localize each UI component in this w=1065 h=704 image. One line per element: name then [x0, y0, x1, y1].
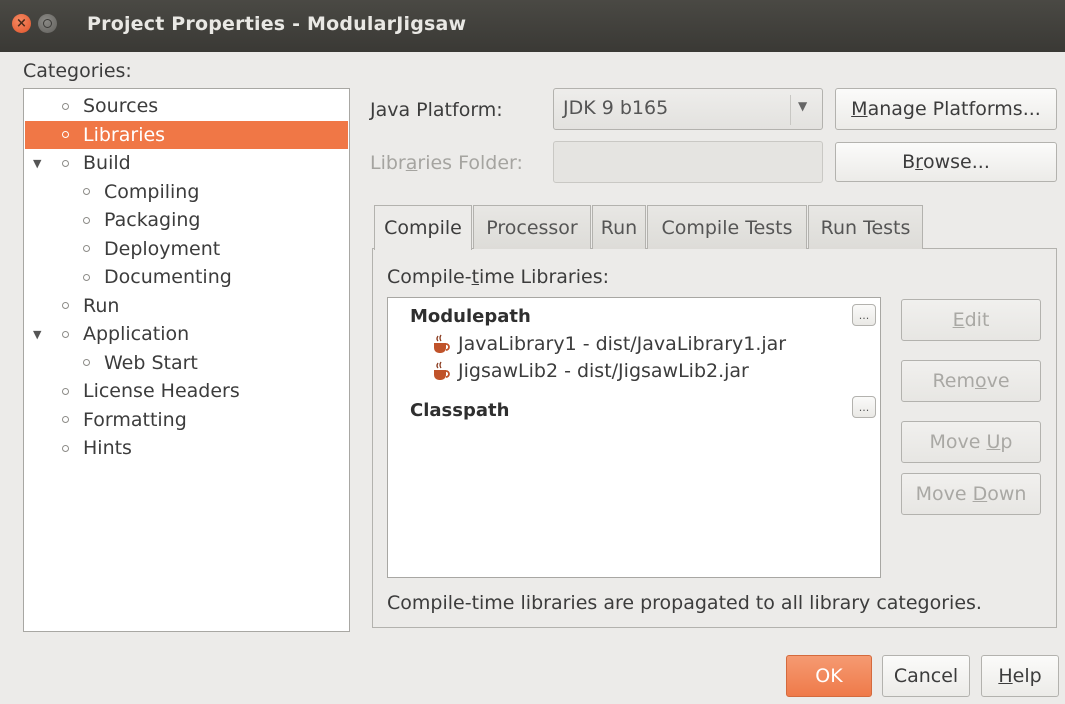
- cancel-button[interactable]: Cancel: [882, 655, 970, 697]
- sidebar-item-formatting[interactable]: Formatting: [25, 406, 348, 434]
- sidebar-item-label: License Headers: [83, 380, 240, 402]
- tab-processor[interactable]: Processor: [473, 205, 591, 249]
- java-platform-combo[interactable]: JDK 9 b165 ▼: [553, 88, 823, 130]
- sidebar-item-hints[interactable]: Hints: [25, 434, 348, 462]
- sidebar-item-label: Documenting: [104, 266, 232, 288]
- minimize-icon[interactable]: [38, 14, 57, 33]
- sidebar-item-build[interactable]: ▼ Build: [25, 149, 348, 177]
- library-name: JigsawLib2 - dist/JigsawLib2.jar: [458, 360, 749, 382]
- move-down-button[interactable]: Move Down: [901, 473, 1041, 515]
- bullet-icon: [62, 444, 69, 452]
- libraries-folder-label: Libraries Folder:: [370, 152, 523, 174]
- sidebar-item-label: Compiling: [104, 180, 200, 203]
- categories-tree: Sources Libraries ▼ Build Compiling Packaging…: [23, 88, 350, 632]
- chevron-down-icon[interactable]: ▼: [798, 99, 807, 113]
- bullet-icon: [62, 102, 69, 110]
- sidebar-item-label: Web Start: [104, 351, 198, 374]
- java-platform-label: Java Platform:: [370, 99, 503, 121]
- tab-compile-tests[interactable]: Compile Tests: [647, 205, 807, 249]
- sidebar-item-label: Libraries: [83, 123, 166, 146]
- jar-icon: [434, 361, 450, 380]
- bullet-icon: [62, 330, 69, 338]
- categories-label: Categories:: [23, 60, 132, 82]
- remove-button[interactable]: Rem o ve: [901, 360, 1041, 402]
- bullet-icon: [62, 387, 69, 395]
- help-button[interactable]: Help: [981, 655, 1059, 697]
- list-item[interactable]: JavaLibrary1 - dist/JavaLibrary1.jar: [430, 333, 786, 355]
- classpath-add-button[interactable]: ...: [852, 396, 876, 418]
- compile-time-libraries-label: Compile-time Libraries:: [387, 266, 610, 288]
- libraries-folder-field[interactable]: [553, 141, 823, 183]
- jar-icon: [434, 334, 450, 353]
- bullet-icon: [83, 359, 90, 366]
- sidebar-item-compiling[interactable]: Compiling: [25, 178, 348, 206]
- title-bar: × Project Properties - ModularJigsaw: [0, 0, 1065, 52]
- sidebar-item-libraries[interactable]: Libraries: [25, 120, 348, 149]
- list-item[interactable]: JigsawLib2 - dist/JigsawLib2.jar: [430, 360, 749, 382]
- ok-button[interactable]: OK: [786, 655, 872, 697]
- sidebar-item-sources[interactable]: Sources: [25, 92, 348, 120]
- sidebar-item-label: Application: [83, 323, 190, 345]
- sidebar-item-packaging[interactable]: Packaging: [25, 206, 348, 234]
- edit-button[interactable]: Edit: [901, 299, 1041, 341]
- sidebar-item-label: Sources: [83, 95, 159, 117]
- sidebar-item-label: Packaging: [104, 209, 201, 231]
- library-name: JavaLibrary1 - dist/JavaLibrary1.jar: [458, 333, 787, 355]
- window-title: Project Properties - ModularJigsaw: [87, 13, 467, 35]
- sidebar-item-label: Deployment: [104, 237, 221, 260]
- modulepath-heading: Modulepath: [410, 306, 531, 327]
- sidebar-item-documenting[interactable]: Documenting: [25, 263, 348, 291]
- classpath-heading: Classpath: [410, 400, 510, 421]
- expand-arrow-icon[interactable]: ▼: [33, 157, 41, 170]
- modulepath-add-button[interactable]: ...: [852, 304, 876, 326]
- browse-button[interactable]: Br owse...: [835, 142, 1057, 182]
- sidebar-item-application[interactable]: ▼ Application: [25, 320, 348, 348]
- sidebar-item-label: Formatting: [83, 408, 187, 431]
- bullet-icon: [83, 273, 90, 281]
- bullet-icon: [62, 131, 69, 138]
- sidebar-item-label: Hints: [83, 437, 132, 459]
- sidebar-item-label: Run: [83, 294, 120, 317]
- bullet-icon: [83, 245, 90, 252]
- sidebar-item-label: Build: [83, 152, 131, 174]
- tab-run[interactable]: Run: [592, 205, 646, 249]
- bullet-icon: [83, 188, 90, 195]
- bullet-icon: [62, 302, 69, 309]
- bullet-icon: [62, 159, 69, 167]
- bullet-icon: [83, 216, 90, 224]
- sidebar-item-run[interactable]: Run: [25, 292, 348, 320]
- sidebar-item-license-headers[interactable]: License Headers: [25, 377, 348, 405]
- sidebar-item-web-start[interactable]: Web Start: [25, 349, 348, 377]
- bullet-icon: [62, 416, 69, 423]
- combo-separator: [790, 95, 791, 125]
- tab-compile[interactable]: Compile: [374, 205, 472, 250]
- expand-arrow-icon[interactable]: ▼: [33, 328, 41, 341]
- manage-platforms-button[interactable]: Manage Platforms...: [835, 88, 1057, 130]
- tab-run-tests[interactable]: Run Tests: [808, 205, 923, 249]
- move-up-button[interactable]: Move Up: [901, 421, 1041, 463]
- sidebar-item-deployment[interactable]: Deployment: [25, 235, 348, 263]
- compile-libraries-list[interactable]: Modulepath ... JavaLibrary1 - dist/JavaL…: [387, 297, 881, 578]
- footnote-text: Compile-time libraries are propagated to…: [387, 592, 982, 614]
- close-icon[interactable]: ×: [12, 14, 31, 33]
- java-platform-value: JDK 9 b165: [563, 97, 669, 119]
